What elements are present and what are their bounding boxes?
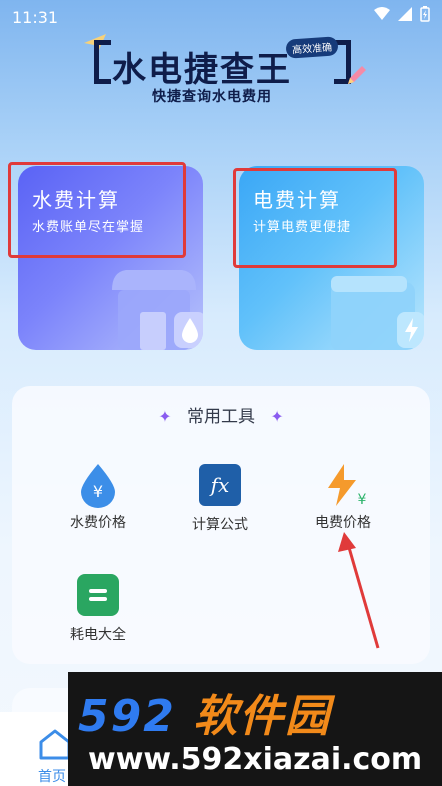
watermark-url: www.592xiazai.com xyxy=(88,742,423,777)
electric-price-icon: ¥ xyxy=(322,462,367,508)
annotation-arrow-icon xyxy=(338,532,380,649)
wifi-icon xyxy=(374,7,390,20)
title-bracket-left xyxy=(94,40,111,84)
signal-icon xyxy=(398,7,412,21)
lightning-badge-icon xyxy=(397,312,424,348)
tool-electric-price[interactable]: ¥ 电费价格 xyxy=(298,462,388,532)
water-drop-icon xyxy=(174,312,203,348)
tool-power-consumption[interactable]: 耗电大全 xyxy=(53,574,143,644)
home-icon xyxy=(39,729,71,760)
badge-label: 高效准确 xyxy=(285,36,339,59)
tools-title: 常用工具 xyxy=(187,407,255,427)
watermark-brand-text: 软件园 xyxy=(193,691,332,742)
water-price-icon: ¥ xyxy=(77,462,119,508)
electric-card-highlight xyxy=(233,168,397,268)
svg-text:¥: ¥ xyxy=(358,492,367,508)
tool-formula[interactable]: fx 计算公式 xyxy=(175,464,265,534)
watermark-brand: 592 软件园 xyxy=(78,680,331,744)
formula-icon: fx xyxy=(199,464,241,506)
app-title: 水电捷查王 xyxy=(112,50,292,90)
formula-glyph: fx xyxy=(210,473,230,497)
svg-text:¥: ¥ xyxy=(93,482,103,501)
pencil-icon xyxy=(348,66,366,84)
tool-water-price[interactable]: ¥ 水费价格 xyxy=(53,462,143,532)
tool-power-consumption-label: 耗电大全 xyxy=(70,627,126,643)
power-consumption-icon xyxy=(77,574,119,616)
nav-home-label: 首页 xyxy=(38,769,66,785)
water-card-highlight xyxy=(8,162,186,258)
battery-icon xyxy=(420,6,430,22)
tool-formula-label: 计算公式 xyxy=(192,517,248,533)
watermark-overlay: 592 软件园 www.592xiazai.com xyxy=(68,672,442,786)
tool-water-price-label: 水费价格 xyxy=(70,515,126,531)
tool-electric-price-label: 电费价格 xyxy=(315,515,371,531)
status-icons xyxy=(374,6,430,22)
sparkle-icon: ✦ xyxy=(158,407,172,426)
watermark-brand-number: 592 xyxy=(78,691,176,742)
status-time: 11:31 xyxy=(12,8,59,27)
app-subtitle: 快捷查询水电费用 xyxy=(152,89,272,105)
tools-title-wrap: ✦ 常用工具 ✦ xyxy=(12,402,430,427)
app-header: 水电捷查王 高效准确 快捷查询水电费用 xyxy=(84,34,370,110)
sparkle-icon: ✦ xyxy=(270,407,284,426)
